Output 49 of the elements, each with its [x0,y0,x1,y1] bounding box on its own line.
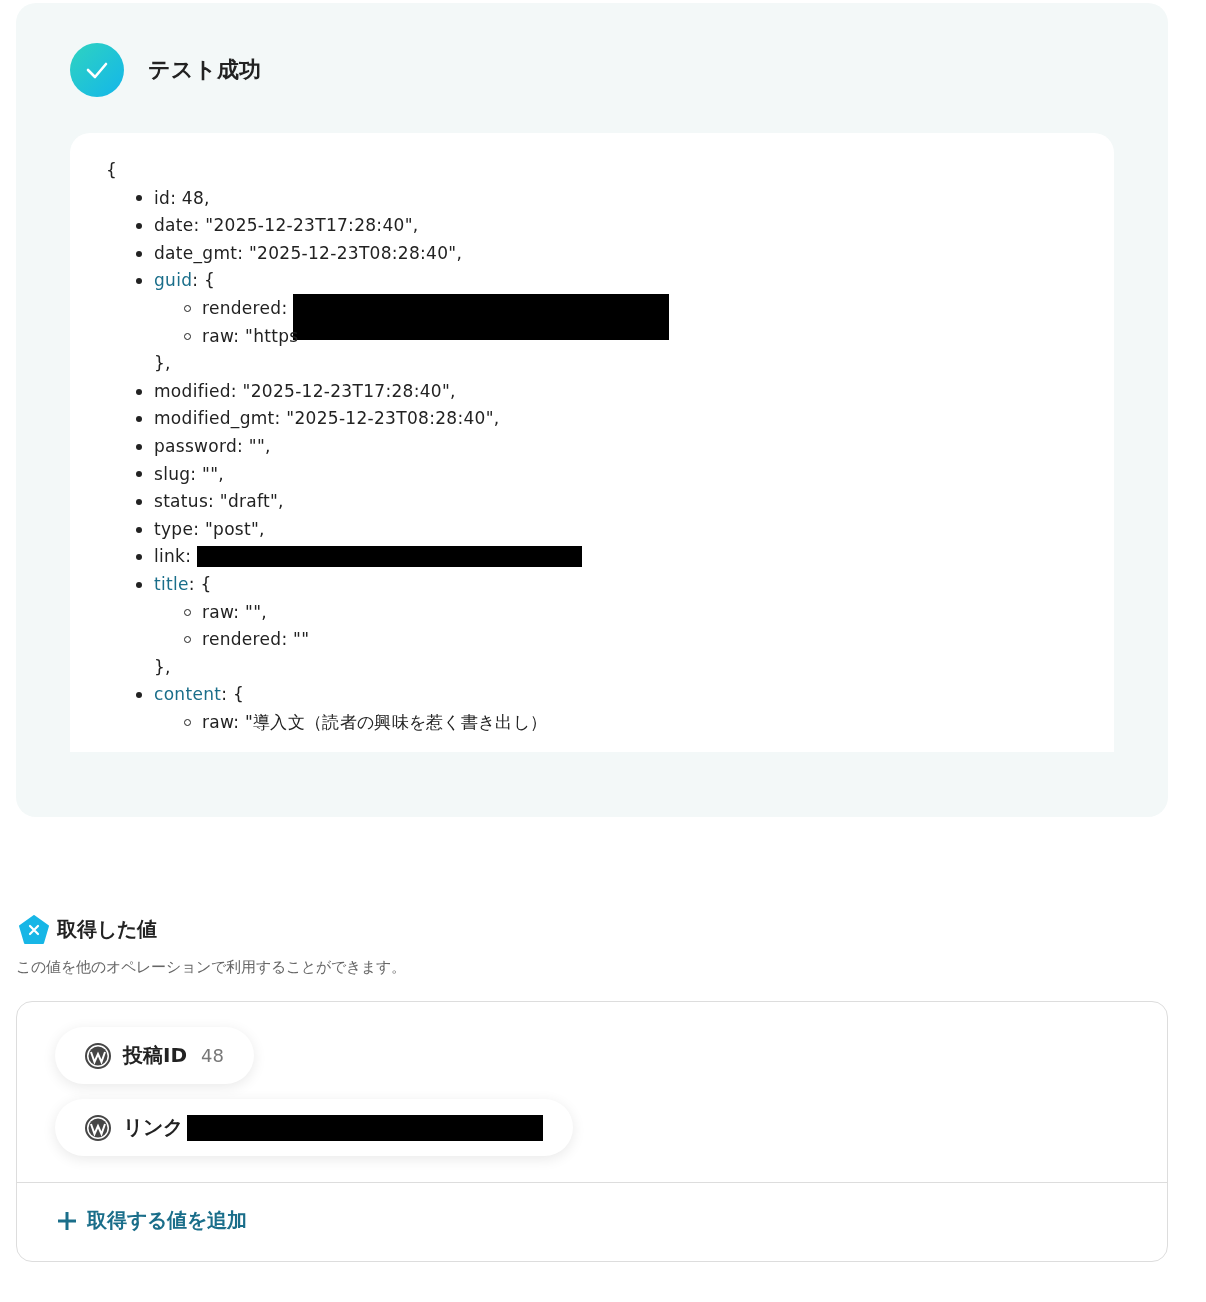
bullet-icon [136,223,142,229]
section-title: 取得した値 [57,916,157,944]
wordpress-icon [85,1042,111,1069]
success-check-icon [70,43,124,97]
json-field: date_gmt: "2025-12-23T08:28:40", [154,239,463,268]
json-field: slug: "", [154,460,225,489]
bullet-icon [136,388,142,395]
bullet-icon [136,278,142,285]
json-field: raw: "導入文（読者の興味を惹く書き出し） [202,708,548,737]
json-brace: { [106,159,118,182]
json-field: password: "", [154,432,271,461]
value-chip[interactable]: リンク [55,1099,573,1157]
bullet-icon [184,719,191,727]
json-field: rendered: [202,294,288,323]
bullet-icon [184,608,191,616]
json-field: modified_gmt: "2025-12-23T08:28:40", [154,405,500,433]
json-brace: }, [154,655,171,679]
json-field: id: 48, [154,184,210,213]
bullet-icon [136,443,142,450]
json-field: status: "draft", [154,488,284,516]
add-value-button[interactable]: 取得する値を追加 [57,1207,247,1235]
json-brace: }, [154,352,171,376]
json-field: link: [154,543,192,571]
value-chip[interactable]: 投稿ID 48 [55,1027,254,1085]
bullet-icon [184,636,191,644]
bullet-icon [136,581,142,588]
json-field: modified: "2025-12-23T17:28:40", [154,377,456,406]
json-field: raw: "", [202,598,267,627]
bullet-icon [136,250,142,257]
bullet-icon [136,471,142,478]
plus-icon [57,1210,77,1231]
json-field: content: { [154,681,245,709]
json-field: date: "2025-12-23T17:28:40", [154,212,419,240]
section-description: この値を他のオペレーションで利用することができます。 [16,958,407,978]
json-field: title: { [154,570,212,599]
bullet-icon [184,332,191,340]
bullet-icon [136,498,142,505]
json-field: guid: { [154,267,216,295]
json-field: rendered: "" [202,626,310,654]
result-title: テスト成功 [148,56,261,84]
bullet-icon [136,526,142,533]
wordpress-icon [85,1114,111,1141]
bullet-icon [184,305,191,313]
bullet-icon [136,692,142,699]
json-field: type: "post", [154,515,265,544]
bullet-icon [136,195,142,202]
bullet-icon [136,416,142,423]
pentagon-x-icon [19,915,49,945]
bullet-icon [136,554,142,561]
